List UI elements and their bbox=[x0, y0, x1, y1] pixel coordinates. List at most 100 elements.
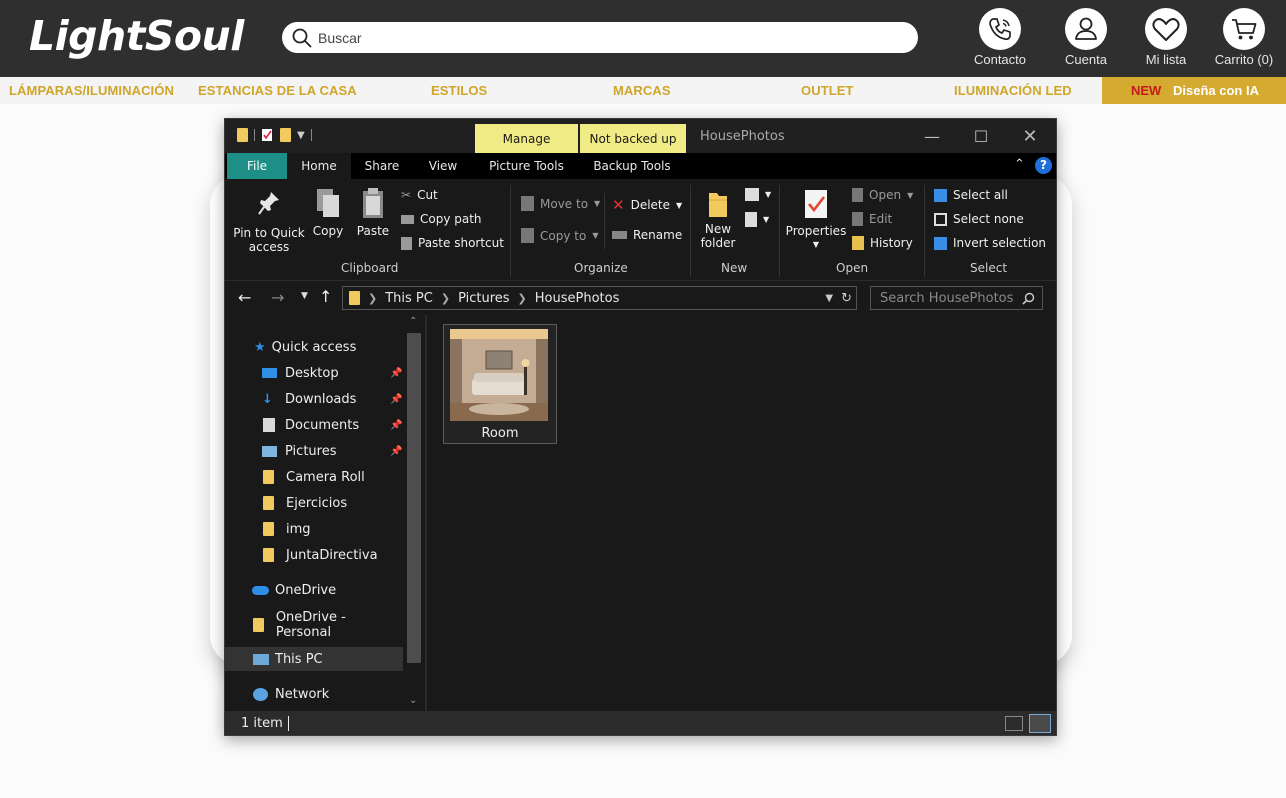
nav-documents[interactable]: Documents 📌 bbox=[225, 413, 403, 437]
item-count: 1 item bbox=[241, 716, 283, 731]
address-bar[interactable]: ❯ This PC ❯ Pictures ❯ HousePhotos ▼ ↻ bbox=[342, 286, 857, 310]
refresh-icon[interactable]: ↻ bbox=[841, 291, 852, 306]
pin-to-quick-access-button[interactable]: Pin to Quick access bbox=[233, 189, 305, 254]
tab-backup-tools[interactable]: Backup Tools bbox=[580, 153, 684, 179]
nav-camera-roll[interactable]: Camera Roll bbox=[225, 465, 403, 489]
nav-iluminacion-led[interactable]: ILUMINACIÓN LED bbox=[954, 83, 1072, 98]
new-folder-icon[interactable] bbox=[280, 128, 291, 142]
network-icon bbox=[253, 687, 268, 701]
nav-ejercicios[interactable]: Ejercicios bbox=[225, 491, 403, 515]
nav-quick-access[interactable]: ★ Quick access bbox=[225, 335, 403, 359]
nav-onedrive-personal[interactable]: OneDrive - Personal bbox=[225, 610, 403, 640]
camera-roll-label: Camera Roll bbox=[286, 469, 365, 485]
delete-label: Delete bbox=[630, 198, 671, 212]
properties-button[interactable]: Properties ▼ bbox=[785, 187, 847, 252]
breadcrumb-this-pc[interactable]: This PC bbox=[385, 291, 433, 306]
details-view-icon[interactable] bbox=[1005, 716, 1023, 731]
not-backed-up-context-tab[interactable]: Not backed up bbox=[580, 124, 686, 153]
manage-context-tab[interactable]: Manage bbox=[475, 124, 578, 153]
up-icon[interactable]: ↑ bbox=[319, 287, 332, 306]
select-group-label: Select bbox=[970, 261, 1008, 275]
contact-link[interactable]: Contacto bbox=[960, 8, 1040, 67]
cart-link[interactable]: Carrito (0) bbox=[1204, 8, 1284, 67]
invert-selection-button[interactable]: Invert selection bbox=[934, 236, 1046, 250]
site-search-bar[interactable]: Buscar bbox=[282, 22, 918, 53]
quick-access-label: Quick access bbox=[271, 339, 357, 355]
copy-icon bbox=[317, 189, 339, 217]
select-all-button[interactable]: Select all bbox=[934, 188, 1008, 202]
breadcrumb-housephotos[interactable]: HousePhotos bbox=[535, 291, 620, 306]
nav-estancias[interactable]: ESTANCIAS DE LA CASA bbox=[198, 83, 357, 98]
file-item[interactable]: Room bbox=[443, 324, 557, 444]
ejercicios-label: Ejercicios bbox=[286, 495, 348, 511]
pin-icon: 📌 bbox=[390, 445, 403, 457]
new-item-button[interactable]: ▼ bbox=[745, 188, 771, 201]
cut-button[interactable]: ✂ Cut bbox=[401, 188, 438, 202]
collapse-ribbon-icon[interactable]: ⌃ bbox=[1014, 157, 1025, 172]
search-housephotos-input[interactable]: Search HousePhotos bbox=[870, 286, 1043, 310]
breadcrumb-pictures[interactable]: Pictures bbox=[458, 291, 509, 306]
tab-file[interactable]: File bbox=[227, 153, 287, 179]
large-icons-view-icon[interactable] bbox=[1029, 714, 1051, 733]
forward-icon[interactable]: → bbox=[271, 288, 284, 307]
wishlist-link[interactable]: Mi lista bbox=[1126, 8, 1206, 67]
paste-button[interactable]: Paste bbox=[355, 187, 391, 238]
history-button[interactable]: History bbox=[852, 236, 913, 250]
tab-home[interactable]: Home bbox=[287, 153, 351, 179]
documents-icon bbox=[263, 418, 275, 432]
customize-toolbar-icon[interactable]: ▼ bbox=[297, 130, 305, 141]
rename-button[interactable]: Rename bbox=[612, 228, 682, 242]
nav-onedrive[interactable]: OneDrive bbox=[225, 578, 403, 602]
scroll-down-icon[interactable]: ⌄ bbox=[409, 695, 417, 706]
nav-this-pc[interactable]: This PC bbox=[225, 647, 403, 671]
account-link[interactable]: Cuenta bbox=[1046, 8, 1126, 67]
select-none-button[interactable]: Select none bbox=[934, 212, 1024, 226]
nav-juntadirectiva[interactable]: JuntaDirectiva bbox=[225, 543, 403, 567]
nav-network[interactable]: Network bbox=[225, 682, 403, 706]
nav-lamparas[interactable]: LÁMPARAS/ILUMINACIÓN bbox=[9, 83, 174, 98]
properties-icon[interactable] bbox=[261, 128, 274, 142]
history-label: History bbox=[870, 236, 913, 250]
nav-downloads[interactable]: ↓ Downloads 📌 bbox=[225, 387, 403, 411]
nav-estilos[interactable]: ESTILOS bbox=[431, 83, 487, 98]
scroll-up-icon[interactable]: ⌃ bbox=[409, 316, 417, 327]
tab-view[interactable]: View bbox=[413, 153, 473, 179]
move-to-icon bbox=[521, 196, 534, 211]
navigation-scrollbar[interactable]: ⌃ ⌄ bbox=[405, 315, 423, 711]
new-folder-button[interactable]: New folder bbox=[697, 189, 739, 250]
nav-outlet[interactable]: OUTLET bbox=[801, 83, 854, 98]
scrollbar-thumb[interactable] bbox=[407, 333, 421, 663]
close-button[interactable]: ✕ bbox=[1007, 123, 1053, 149]
open-button[interactable]: Open ▼ bbox=[852, 188, 913, 202]
nav-marcas[interactable]: MARCAS bbox=[613, 83, 671, 98]
tab-picture-tools[interactable]: Picture Tools bbox=[475, 153, 578, 179]
address-dropdown-icon[interactable]: ▼ bbox=[825, 293, 833, 304]
tab-share[interactable]: Share bbox=[351, 153, 413, 179]
delete-button[interactable]: ✕ Delete ▼ bbox=[612, 196, 682, 214]
site-logo[interactable]: LightSoul bbox=[29, 12, 244, 60]
recent-locations-icon[interactable]: ▼ bbox=[301, 291, 308, 301]
nav-pictures[interactable]: Pictures 📌 bbox=[225, 439, 403, 463]
cloud-icon bbox=[252, 585, 269, 595]
move-to-button[interactable]: Move to ▼ bbox=[521, 196, 600, 211]
folder-icon bbox=[263, 470, 274, 484]
edit-button[interactable]: Edit bbox=[852, 212, 892, 226]
select-all-label: Select all bbox=[953, 188, 1008, 202]
copy-button[interactable]: Copy bbox=[311, 187, 345, 238]
design-with-ai-button[interactable]: NEW Diseña con IA bbox=[1102, 77, 1286, 104]
nav-img[interactable]: img bbox=[225, 517, 403, 541]
nav-desktop[interactable]: Desktop 📌 bbox=[225, 361, 403, 385]
pictures-label: Pictures bbox=[285, 443, 337, 459]
maximize-button[interactable]: ☐ bbox=[958, 123, 1004, 149]
site-search-input[interactable]: Buscar bbox=[318, 30, 362, 46]
contact-label: Contacto bbox=[973, 52, 1027, 67]
paste-shortcut-button[interactable]: Paste shortcut bbox=[401, 236, 504, 250]
room-thumbnail bbox=[450, 329, 548, 421]
copy-path-button[interactable]: Copy path bbox=[401, 212, 482, 226]
help-icon[interactable]: ? bbox=[1035, 157, 1052, 174]
back-icon[interactable]: ← bbox=[238, 288, 251, 307]
easy-access-button[interactable]: ▼ bbox=[745, 212, 769, 227]
minimize-button[interactable]: — bbox=[909, 123, 955, 149]
open-icon bbox=[852, 188, 863, 202]
copy-to-button[interactable]: Copy to ▼ bbox=[521, 228, 598, 243]
